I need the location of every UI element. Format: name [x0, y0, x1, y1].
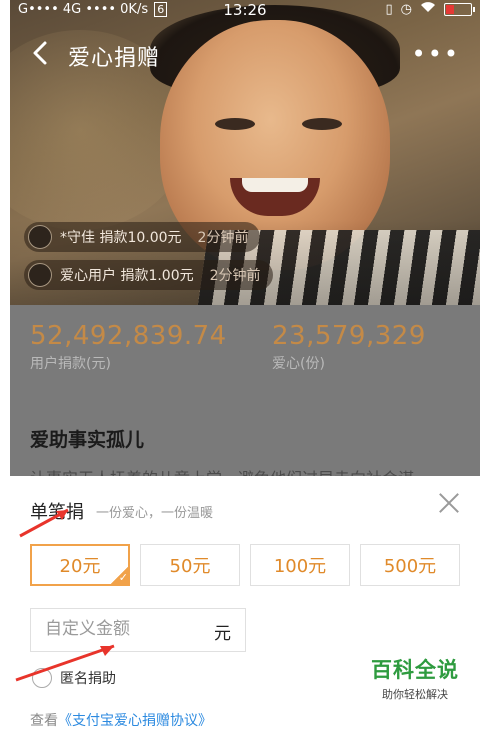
amount-options: 20元 50元 100元 500元: [30, 544, 460, 586]
anonymous-label: 匿名捐助: [60, 671, 116, 687]
donation-feed-item: *守佳 捐款10.00元 2分钟前: [24, 222, 261, 252]
agreement-link[interactable]: 《支付宝爱心捐赠协议》: [58, 713, 212, 729]
amount-option-50[interactable]: 50元: [140, 544, 240, 586]
watermark-subtitle: 助你轻松解决: [382, 688, 448, 701]
more-menu-button[interactable]: •••: [412, 40, 460, 68]
nav-bar: 爱心捐赠 •••: [10, 30, 480, 80]
project-title: 爱助事实孤儿: [30, 429, 145, 451]
anonymous-radio[interactable]: [32, 668, 52, 688]
donation-total-stat: 52,492,839.74 用户捐款(元): [30, 321, 227, 373]
custom-amount-unit: 元: [214, 624, 231, 644]
amount-option-500[interactable]: 500元: [360, 544, 460, 586]
anonymous-option[interactable]: 匿名捐助: [32, 668, 116, 688]
agreement-text: 查看《支付宝爱心捐赠协议》: [30, 713, 212, 729]
page-title: 爱心捐赠: [68, 46, 161, 71]
sheet-title: 单笔捐: [30, 502, 84, 523]
amount-option-20[interactable]: 20元: [30, 544, 130, 586]
amount-option-100[interactable]: 100元: [250, 544, 350, 586]
love-count-value: 23,579,329: [272, 321, 426, 351]
close-icon[interactable]: [436, 490, 462, 516]
stats-panel: 52,492,839.74 用户捐款(元) 23,579,329 爱心(份) 爱…: [10, 305, 480, 488]
avatar: [28, 263, 52, 287]
custom-amount-field: 元: [30, 608, 246, 652]
battery-icon: [444, 2, 475, 16]
watermark-logo: 百科全说 助你轻松解决: [360, 654, 470, 702]
custom-amount-input[interactable]: [43, 618, 197, 640]
watermark-title: 百科全说: [371, 658, 459, 682]
donation-total-value: 52,492,839.74: [30, 321, 227, 351]
phone-screen: G•••• 4G •••• 0K/s 6 13:26 ▯ ◷ 爱心捐赠 ••• …: [10, 0, 480, 734]
love-count-label: 爱心(份): [272, 356, 325, 372]
alarm-icon: ◷: [400, 1, 412, 17]
donation-total-label: 用户捐款(元): [30, 356, 111, 372]
back-chevron-icon[interactable]: [30, 40, 54, 68]
vibrate-icon: ▯: [385, 1, 393, 17]
donation-sheet: 单笔捐 一份爱心，一份温暖 20元 50元 100元 500元 元 匿名捐助 查…: [10, 476, 480, 734]
love-count-stat: 23,579,329 爱心(份): [272, 321, 426, 373]
sheet-subtitle: 一份爱心，一份温暖: [96, 506, 214, 521]
donation-feed-item: 爱心用户 捐款1.00元 2分钟前: [24, 260, 273, 290]
status-bar: G•••• 4G •••• 0K/s 6 13:26 ▯ ◷: [10, 0, 480, 20]
wifi-icon: [420, 1, 436, 17]
avatar: [28, 225, 52, 249]
